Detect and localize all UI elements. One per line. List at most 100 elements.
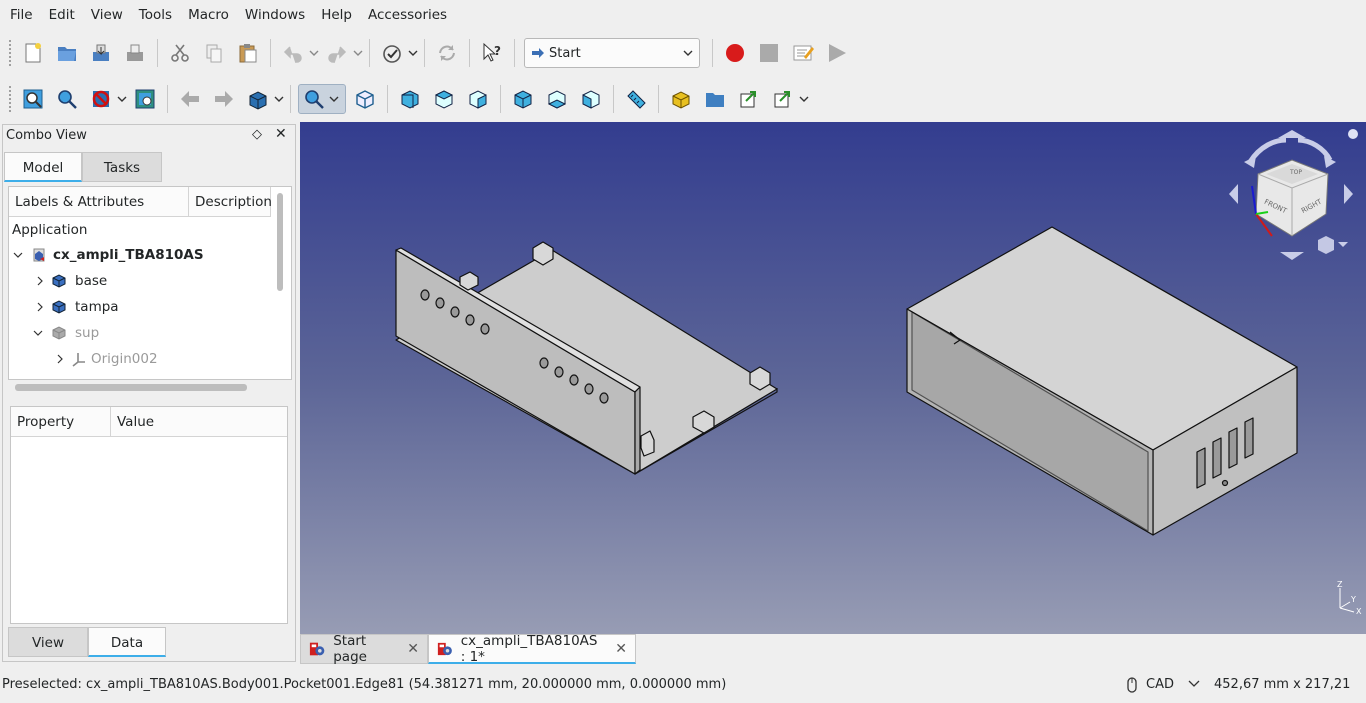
tab-label: cx_ampli_TBA810AS : 1* — [460, 632, 598, 665]
save-icon[interactable] — [86, 38, 116, 68]
combo-tabs: Model Tasks — [4, 152, 162, 182]
tab-document[interactable]: cx_ampli_TBA810AS : 1* ✕ — [428, 632, 636, 665]
left-view-icon[interactable] — [576, 84, 606, 114]
close-panel-icon[interactable]: ✕ — [275, 126, 287, 142]
group-icon[interactable] — [700, 84, 730, 114]
menu-view[interactable]: View — [83, 0, 131, 30]
tree-horizontal-scrollbar[interactable] — [15, 384, 247, 391]
prop-header-value[interactable]: Value — [111, 407, 287, 437]
link-icon[interactable] — [734, 84, 764, 114]
toolbar-grip[interactable] — [8, 39, 12, 67]
open-file-icon[interactable] — [52, 38, 82, 68]
prop-header-property[interactable]: Property — [11, 407, 111, 437]
menu-edit[interactable]: Edit — [41, 0, 83, 30]
sync-view-dropdown-icon[interactable] — [273, 84, 285, 114]
workbench-selector[interactable]: Start — [524, 38, 700, 68]
tree-header-labels[interactable]: Labels & Attributes — [9, 187, 189, 217]
run-macro-icon[interactable] — [822, 38, 852, 68]
save-as-icon[interactable] — [120, 38, 150, 68]
redo-icon[interactable] — [322, 38, 352, 68]
property-editor: Property Value — [10, 406, 288, 624]
tree-item-tampa[interactable]: tampa — [35, 295, 119, 319]
undo-icon[interactable] — [278, 38, 308, 68]
link-actions-icon[interactable] — [768, 84, 798, 114]
model-tampa-part[interactable] — [906, 226, 1298, 536]
chevron-down-icon[interactable] — [33, 328, 43, 338]
tab-model[interactable]: Model — [4, 152, 82, 182]
right-view-icon[interactable] — [463, 84, 493, 114]
menu-macro[interactable]: Macro — [180, 0, 237, 30]
toolbar-grip[interactable] — [8, 85, 12, 113]
tree-item-base[interactable]: base — [35, 269, 107, 293]
status-bar: Preselected: cx_ampli_TBA810AS.Body001.P… — [0, 670, 1366, 700]
zoom-icon[interactable] — [298, 84, 346, 114]
bounding-box-icon[interactable] — [130, 84, 160, 114]
menu-tools[interactable]: Tools — [131, 0, 180, 30]
menu-windows[interactable]: Windows — [237, 0, 313, 30]
chevron-right-icon[interactable] — [35, 276, 45, 286]
tree-item-origin002[interactable]: Origin002 — [55, 347, 158, 371]
mouse-icon — [1127, 677, 1137, 693]
menu-file[interactable]: File — [2, 0, 41, 30]
tab-tasks[interactable]: Tasks — [82, 152, 162, 182]
tab-start-page[interactable]: Start page ✕ — [300, 633, 428, 665]
undo-dropdown-icon[interactable] — [308, 38, 320, 68]
forward-icon[interactable] — [209, 84, 239, 114]
tree-section-application: Application — [12, 222, 88, 238]
arrow-right-icon — [532, 48, 544, 58]
toolbar-separator — [613, 85, 614, 113]
record-macro-icon[interactable] — [720, 38, 750, 68]
fit-all-icon[interactable] — [18, 84, 48, 114]
tree-item-sup[interactable]: sup — [33, 321, 99, 345]
tree-item-label: Origin002 — [91, 351, 158, 367]
copy-icon[interactable] — [199, 38, 229, 68]
close-tab-icon[interactable]: ✕ — [615, 641, 627, 657]
whats-this-icon[interactable]: ? — [477, 38, 507, 68]
chevron-right-icon[interactable] — [35, 302, 45, 312]
navigation-cube[interactable]: TOP FRONT RIGHT — [1220, 126, 1360, 266]
svg-text:?: ? — [494, 44, 501, 58]
fit-selection-icon[interactable] — [52, 84, 82, 114]
menu-help[interactable]: Help — [313, 0, 360, 30]
sync-view-icon[interactable] — [243, 84, 273, 114]
navigation-style-selector[interactable]: CAD — [1126, 670, 1174, 700]
toolbar-separator — [167, 85, 168, 113]
link-actions-dropdown-icon[interactable] — [798, 84, 810, 114]
3d-viewport[interactable]: TOP FRONT RIGHT Z Y X — [300, 122, 1366, 634]
paste-icon[interactable] — [233, 38, 263, 68]
edit-macro-icon[interactable] — [788, 38, 818, 68]
bottom-view-icon[interactable] — [542, 84, 572, 114]
rear-view-icon[interactable] — [508, 84, 538, 114]
measure-icon[interactable] — [621, 84, 651, 114]
back-icon[interactable] — [175, 84, 205, 114]
top-view-icon[interactable] — [429, 84, 459, 114]
new-file-icon[interactable] — [18, 38, 48, 68]
draw-style-dropdown-icon[interactable] — [116, 84, 128, 114]
toolbar-separator — [469, 39, 470, 67]
redo-dropdown-icon[interactable] — [352, 38, 364, 68]
chevron-down-icon[interactable] — [1188, 670, 1200, 700]
float-panel-icon[interactable]: ◇ — [252, 127, 262, 142]
stop-macro-icon[interactable] — [754, 38, 784, 68]
toolbar-separator — [514, 39, 515, 67]
toolbar-separator — [157, 39, 158, 67]
refresh-icon[interactable] — [432, 38, 462, 68]
part-icon[interactable] — [666, 84, 696, 114]
chevron-down-icon[interactable] — [13, 250, 23, 260]
check-icon[interactable] — [377, 38, 407, 68]
tree-document-row[interactable]: cx_ampli_TBA810AS — [13, 243, 204, 267]
menu-accessories[interactable]: Accessories — [360, 0, 455, 30]
cut-icon[interactable] — [165, 38, 195, 68]
tree-header-description[interactable]: Description — [189, 187, 272, 217]
isometric-icon[interactable] — [350, 84, 380, 114]
tree-vertical-scrollbar[interactable] — [277, 193, 283, 291]
model-base-part[interactable] — [395, 241, 778, 475]
chevron-right-icon[interactable] — [55, 354, 65, 364]
menu-bar: File Edit View Tools Macro Windows Help … — [0, 0, 1366, 30]
tab-view[interactable]: View — [8, 627, 88, 657]
check-dropdown-icon[interactable] — [407, 38, 419, 68]
close-tab-icon[interactable]: ✕ — [407, 641, 419, 657]
draw-style-icon[interactable] — [86, 84, 116, 114]
front-view-icon[interactable] — [395, 84, 425, 114]
tab-data[interactable]: Data — [88, 627, 166, 657]
